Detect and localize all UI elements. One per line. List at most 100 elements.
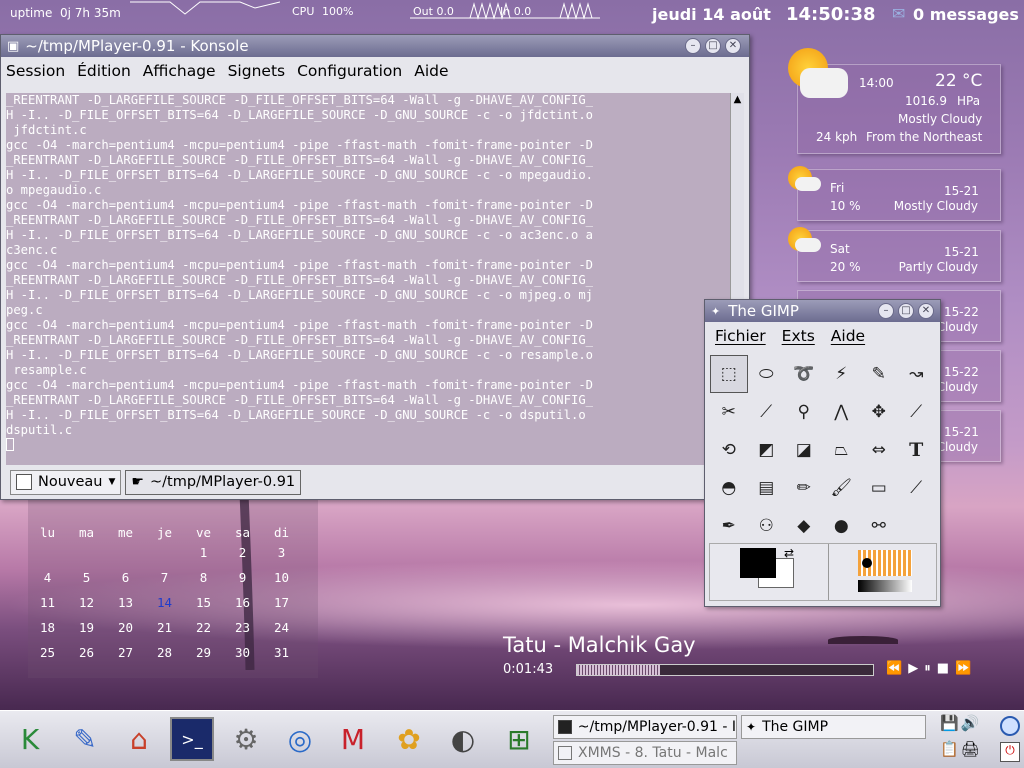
xmms-launcher-icon[interactable]: ◐ (441, 717, 485, 761)
flip-horizontal-tool-icon[interactable]: ⇔ (860, 431, 898, 469)
calendar-date[interactable]: 3 (262, 545, 301, 560)
calendar-date[interactable]: 12 (67, 595, 106, 610)
gimp-launcher-icon[interactable]: ✿ (387, 717, 431, 761)
stop-icon[interactable]: ■ (937, 661, 949, 676)
calendar-date[interactable]: 21 (145, 620, 184, 635)
calendar-date[interactable]: 18 (28, 620, 67, 635)
messages-count[interactable]: 0 messages (913, 5, 1019, 24)
perspective-tool-icon[interactable]: ◪ (785, 431, 823, 469)
xmms-progress-bar[interactable] (576, 664, 874, 676)
shear-tool-icon[interactable]: ⏢ (823, 431, 861, 469)
calendar-date[interactable]: 31 (262, 645, 301, 660)
blend-tool-icon[interactable]: ▤ (748, 469, 786, 507)
maximize-icon[interactable]: □ (898, 303, 914, 319)
calendar-date[interactable]: 13 (106, 595, 145, 610)
swap-colors-icon[interactable]: ⇄ (784, 546, 794, 560)
terminal-launcher-icon[interactable]: >_ (170, 717, 214, 761)
gimp-menu-item[interactable]: Aide (831, 327, 865, 345)
home-launcher-icon[interactable]: ⌂ (117, 717, 161, 761)
kmenu-launcher-icon[interactable]: K (8, 717, 52, 761)
calendar-date[interactable]: 28 (145, 645, 184, 660)
calendar-date[interactable]: 22 (184, 620, 223, 635)
close-icon[interactable]: ✕ (918, 303, 934, 319)
calendar-date[interactable]: 24 (262, 620, 301, 635)
gimp-menu-item[interactable]: Fichier (715, 327, 766, 345)
minimize-icon[interactable]: – (878, 303, 894, 319)
new-session-button[interactable]: Nouveau ▼ (10, 469, 122, 495)
calendar-date[interactable]: 30 (223, 645, 262, 660)
close-icon[interactable]: ✕ (725, 38, 741, 54)
klipper-icon[interactable] (1000, 716, 1020, 736)
text-tool-icon[interactable]: T (898, 431, 936, 469)
gimp-menu-item[interactable]: Exts (782, 327, 815, 345)
taskbar-item-konsole[interactable]: ~/tmp/MPlayer-0.91 - I (553, 715, 737, 739)
brush-preview-icon[interactable] (862, 558, 872, 568)
kedit-launcher-icon[interactable]: ✎ (63, 717, 107, 761)
clipboard-icon[interactable]: 📋 (940, 740, 959, 764)
calendar-date[interactable]: 16 (223, 595, 262, 610)
dodge-burn-tool-icon[interactable]: ⚯ (860, 507, 898, 545)
calendar-date[interactable] (28, 545, 67, 560)
intelligent-scissors-tool-icon[interactable]: ↝ (898, 355, 936, 393)
messages-icon[interactable]: ✉ (892, 4, 905, 23)
calendar-date[interactable]: 15 (184, 595, 223, 610)
minimize-icon[interactable]: – (685, 38, 701, 54)
konqueror-launcher-icon[interactable]: ◎ (278, 717, 322, 761)
calendar-date[interactable]: 26 (67, 645, 106, 660)
calendar-date[interactable]: 17 (262, 595, 301, 610)
calendar-date[interactable] (145, 545, 184, 560)
calendar-date[interactable]: 9 (223, 570, 262, 585)
terminal-output[interactable]: _REENTRANT -D_LARGEFILE_SOURCE -D_FILE_O… (6, 93, 730, 465)
bucket-fill-tool-icon[interactable]: ◓ (710, 469, 748, 507)
menu-item[interactable]: Signets (228, 62, 286, 80)
konsole-titlebar[interactable]: ▣ ~/tmp/MPlayer-0.91 - Konsole (1, 35, 749, 57)
pause-icon[interactable]: ⏸ (924, 661, 931, 676)
taskbar-item-xmms[interactable]: XMMS - 8. Tatu - Malc (553, 741, 737, 765)
play-icon[interactable]: ▶ (908, 661, 918, 676)
flip-tool-icon[interactable]: ◩ (748, 431, 786, 469)
calendar-date[interactable]: 27 (106, 645, 145, 660)
rect-select-tool-icon[interactable]: ⬚ (710, 355, 748, 393)
volume-icon[interactable]: 🔊 (961, 714, 980, 738)
ellipse-select-tool-icon[interactable]: ⬭ (748, 355, 786, 393)
calendar-date[interactable]: 19 (67, 620, 106, 635)
crop-tool-icon[interactable]: ⟋ (898, 393, 936, 431)
calendar-date[interactable]: 23 (223, 620, 262, 635)
calendar-date[interactable]: 8 (184, 570, 223, 585)
calendar-date[interactable]: 2 (223, 545, 262, 560)
calendar-date[interactable]: 25 (28, 645, 67, 660)
menu-item[interactable]: Affichage (143, 62, 216, 80)
foreground-color-swatch[interactable] (740, 548, 776, 578)
menu-item[interactable]: Édition (77, 62, 131, 80)
ink-tool-icon[interactable]: ✒ (710, 507, 748, 545)
gradient-preview[interactable] (858, 580, 912, 592)
fuzzy-select-tool-icon[interactable]: ⚡ (823, 355, 861, 393)
transform-tool-icon[interactable]: ⟲ (710, 431, 748, 469)
exit-icon[interactable]: ⏻ (1000, 742, 1020, 762)
eraser-tool-icon[interactable]: ▭ (860, 469, 898, 507)
fast-forward-icon[interactable]: ⏩ (955, 661, 971, 676)
mozilla-launcher-icon[interactable]: M (331, 717, 375, 761)
iscissors-tool-icon[interactable]: ✂ (710, 393, 748, 431)
printer-icon[interactable]: 🖨 (961, 740, 980, 764)
taskbar-item-gimp[interactable]: ✦ The GIMP (741, 715, 926, 739)
windows-launcher-icon[interactable]: ⊞ (497, 717, 541, 761)
menu-item[interactable]: Aide (414, 62, 448, 80)
calendar-date[interactable]: 1 (184, 545, 223, 560)
session-tab[interactable]: ☛ ~/tmp/MPlayer-0.91 (125, 469, 302, 495)
calendar-date[interactable]: 6 (106, 570, 145, 585)
calendar-date[interactable] (106, 545, 145, 560)
measure-tool-icon[interactable]: ⋀ (823, 393, 861, 431)
bezier-select-tool-icon[interactable]: ✎ (860, 355, 898, 393)
calendar-date[interactable]: 5 (67, 570, 106, 585)
calendar-date[interactable] (67, 545, 106, 560)
free-select-tool-icon[interactable]: ➰ (785, 355, 823, 393)
convolve-tool-icon[interactable]: ◆ (785, 507, 823, 545)
paintbrush-tool-icon[interactable]: 🖌 (823, 469, 861, 507)
menu-item[interactable]: Configuration (297, 62, 402, 80)
clone-tool-icon[interactable]: ⚇ (748, 507, 786, 545)
disk-icon[interactable]: 💾 (940, 714, 959, 738)
calendar-date[interactable]: 14 (145, 595, 184, 610)
smudge-tool-icon[interactable]: ● (823, 507, 861, 545)
color-picker-tool-icon[interactable]: ⟋ (748, 393, 786, 431)
